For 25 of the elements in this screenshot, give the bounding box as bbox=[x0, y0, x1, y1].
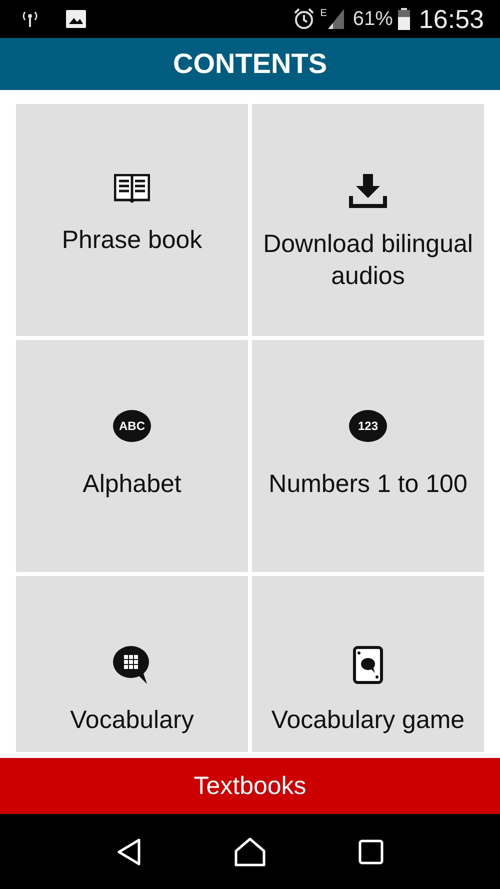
menu-tile[interactable]: Phrase book bbox=[16, 104, 248, 336]
image-icon bbox=[66, 10, 86, 28]
open-book-icon bbox=[114, 174, 150, 204]
back-icon[interactable] bbox=[116, 838, 142, 866]
alarm-clock-icon bbox=[293, 8, 316, 30]
home-icon[interactable] bbox=[234, 836, 266, 866]
speech-bubble-icon: 123 bbox=[349, 410, 387, 442]
antenna-icon bbox=[20, 10, 40, 28]
menu-tile[interactable]: Vocabulary bbox=[16, 576, 248, 752]
speech-bubble-icon: ABC bbox=[113, 410, 151, 442]
signal-icon bbox=[328, 9, 344, 29]
menu-tile[interactable]: Download bilingual audios bbox=[252, 104, 484, 336]
screen-title: CONTENTS bbox=[173, 48, 327, 80]
battery-icon bbox=[398, 8, 410, 30]
keypad-bubble-icon bbox=[113, 646, 151, 684]
menu-tile[interactable]: Vocabulary game bbox=[252, 576, 484, 752]
battery-percentage: 61% bbox=[352, 8, 393, 30]
network-type-label: E bbox=[320, 8, 327, 18]
recent-apps-icon[interactable] bbox=[358, 838, 384, 864]
download-icon bbox=[349, 174, 387, 208]
playing-card-icon bbox=[353, 646, 383, 684]
clock-time: 16:53 bbox=[418, 4, 484, 34]
textbooks-button[interactable]: Textbooks bbox=[0, 758, 500, 814]
menu-tile[interactable]: 123 Numbers 1 to 100 bbox=[252, 340, 484, 572]
menu-tile[interactable]: ABC Alphabet bbox=[16, 340, 248, 572]
